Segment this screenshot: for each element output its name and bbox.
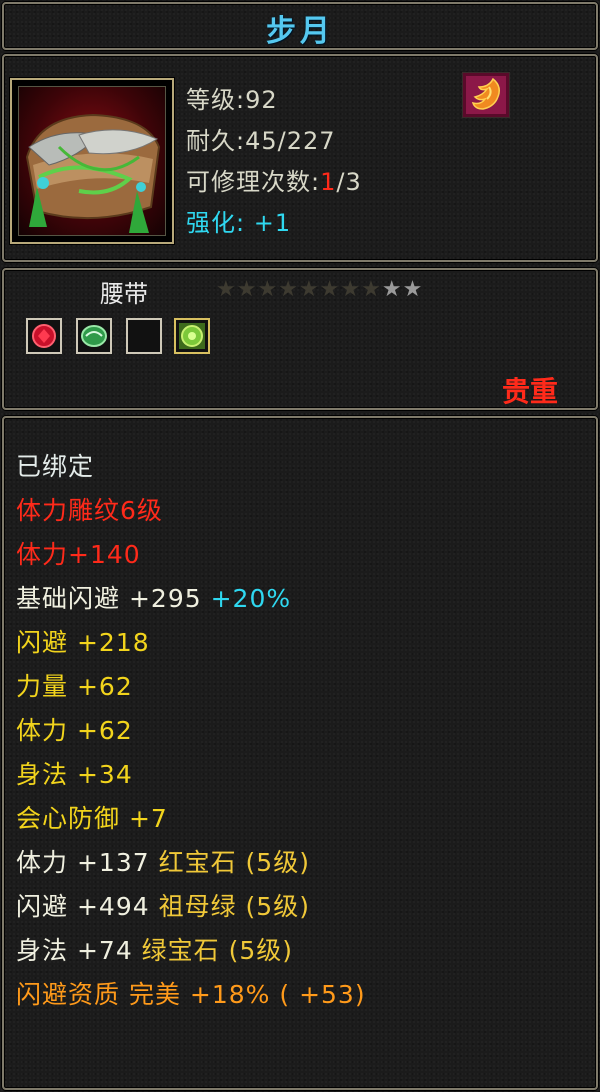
fire-element-icon bbox=[462, 72, 510, 118]
star-icon: ★ bbox=[257, 277, 279, 302]
star-icon: ★ bbox=[381, 277, 403, 302]
gem-slot-2[interactable] bbox=[76, 318, 112, 354]
rarity-label: 贵重 bbox=[501, 375, 558, 408]
gem-bonus-agility: 身法 +74 绿宝石 (5级) bbox=[16, 936, 294, 965]
stat-strength: 力量 +62 bbox=[16, 672, 133, 701]
durability-label: 耐久: bbox=[186, 127, 246, 155]
star-icon: ★ bbox=[216, 277, 237, 302]
belt-item-icon bbox=[18, 86, 166, 236]
item-image-frame bbox=[9, 77, 175, 245]
stat-dodge: 闪避 +218 bbox=[16, 628, 150, 657]
item-durability: 耐久:45/227 bbox=[186, 121, 336, 156]
item-repair-count: 可修理次数:1/3 bbox=[186, 162, 362, 197]
star-icon: ★ bbox=[402, 277, 424, 302]
emerald-gem-icon bbox=[179, 323, 205, 349]
star-icon: ★ bbox=[340, 277, 362, 302]
empty-gem-slot[interactable] bbox=[126, 318, 162, 354]
item-tooltip-panel: 步月 等级:92 耐久:45/227 可修理次数:1/3 强化: +1 腰带 ★… bbox=[0, 0, 600, 1092]
repair-label: 可修理次数: bbox=[186, 168, 321, 196]
item-type: 腰带 bbox=[100, 280, 148, 308]
red-gem-icon bbox=[32, 324, 56, 348]
dodge-aptitude: 闪避资质 完美 +18% ( +53) bbox=[16, 980, 366, 1009]
star-icon: ★ bbox=[236, 277, 258, 302]
durability-value: 45/227 bbox=[245, 127, 336, 155]
stat-agility: 身法 +34 bbox=[16, 760, 133, 789]
engraving-line: 体力雕纹6级 bbox=[16, 496, 163, 525]
gem-bonus-dodge: 闪避 +494 祖母绿 (5级) bbox=[16, 892, 310, 921]
item-title: 步月 bbox=[266, 14, 334, 49]
repair-current: 1 bbox=[320, 168, 337, 196]
star-icon: ★ bbox=[278, 277, 299, 302]
stat-crit-defense: 会心防御 +7 bbox=[16, 804, 168, 833]
item-enhance: 强化: +1 bbox=[186, 203, 291, 238]
gem-bonus-stamina: 体力 +137 红宝石 (5级) bbox=[16, 848, 310, 877]
star-rating: ★★★★★★★★★★ bbox=[216, 277, 423, 302]
enhance-value: +1 bbox=[253, 209, 292, 237]
bound-status: 已绑定 bbox=[16, 452, 95, 481]
item-level: 等级:92 bbox=[186, 86, 278, 114]
gem-slot-1[interactable] bbox=[26, 318, 62, 354]
stat-stamina: 体力 +62 bbox=[16, 716, 133, 745]
green-gem-icon bbox=[81, 325, 107, 347]
star-icon: ★ bbox=[361, 277, 382, 302]
enhance-label: 强化: bbox=[186, 209, 246, 237]
gem-slot-4[interactable] bbox=[174, 318, 210, 354]
base-dodge: 基础闪避 +295 +20% bbox=[16, 584, 292, 613]
star-icon: ★ bbox=[319, 277, 341, 302]
engraving-bonus: 体力+140 bbox=[16, 540, 141, 569]
repair-total: /3 bbox=[336, 168, 362, 196]
star-icon: ★ bbox=[298, 277, 320, 302]
